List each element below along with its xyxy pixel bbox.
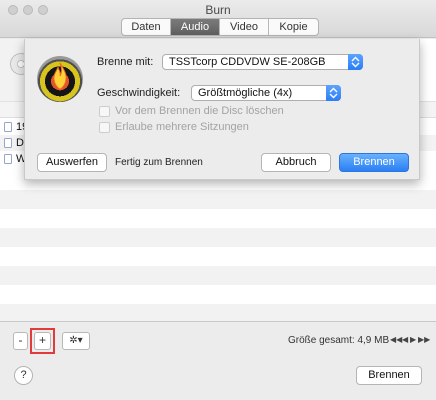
burn-sheet: Brenne mit: TSSTcorp CDDVDW SE-208GB Ges… xyxy=(24,39,420,180)
audio-file-icon xyxy=(4,154,12,164)
gear-menu-button[interactable]: ✲▾ xyxy=(62,332,90,350)
eject-button[interactable]: Auswerfen xyxy=(37,153,107,172)
tab-audio[interactable]: Audio xyxy=(171,19,220,35)
title-bar: Burn Daten Audio Video Kopie xyxy=(0,0,436,38)
tab-daten[interactable]: Daten xyxy=(122,19,171,35)
speed-popup[interactable]: Größtmögliche (4x) xyxy=(191,85,341,101)
bottom-toolbar: - + ✲▾ Größe gesamt: 4,9 MB ◀◀ ◀ ▶ ▶▶ ? … xyxy=(0,321,436,400)
rewind-icon[interactable]: ◀◀ xyxy=(390,335,402,344)
updown-arrows-icon xyxy=(348,54,363,70)
previous-icon[interactable]: ◀ xyxy=(402,335,408,344)
audio-file-icon xyxy=(4,122,12,132)
window-title: Burn xyxy=(205,3,231,17)
tab-kopie[interactable]: Kopie xyxy=(269,19,318,35)
burn-window: Burn Daten Audio Video Kopie 19 Da W xyxy=(0,0,436,400)
burner-label: Brenne mit: xyxy=(97,56,154,68)
burner-value: TSSTcorp CDDVDW SE-208GB xyxy=(169,56,326,68)
help-button[interactable]: ? xyxy=(14,366,33,385)
erase-disc-checkbox-row[interactable]: Vor dem Brennen die Disc löschen xyxy=(99,105,284,117)
speed-value: Größtmögliche (4x) xyxy=(198,87,293,99)
tab-video[interactable]: Video xyxy=(220,19,269,35)
cancel-button[interactable]: Abbruch xyxy=(261,153,331,172)
flame-icon xyxy=(53,62,67,90)
multi-session-checkbox[interactable] xyxy=(99,121,110,133)
burner-popup[interactable]: TSSTcorp CDDVDW SE-208GB xyxy=(162,54,363,70)
speed-label: Geschwindigkeit: xyxy=(97,87,181,99)
audio-file-icon xyxy=(4,138,12,148)
empty-row xyxy=(0,266,436,285)
main-burn-button[interactable]: Brennen xyxy=(356,366,422,385)
empty-row xyxy=(0,304,436,321)
mode-tabs: Daten Audio Video Kopie xyxy=(121,18,319,36)
fast-forward-icon[interactable]: ▶▶ xyxy=(418,335,430,344)
remove-item-button[interactable]: - xyxy=(13,332,28,350)
updown-arrows-icon xyxy=(326,85,341,101)
multi-session-label: Erlaube mehrere Sitzungen xyxy=(115,121,249,133)
empty-row xyxy=(0,228,436,247)
burn-button[interactable]: Brennen xyxy=(339,153,409,172)
empty-row xyxy=(0,190,436,209)
total-size-text: Größe gesamt: 4,9 MB xyxy=(288,335,390,346)
status-text: Fertig zum Brennen xyxy=(115,157,203,168)
gear-icon: ✲▾ xyxy=(69,335,83,346)
erase-disc-label: Vor dem Brennen die Disc löschen xyxy=(115,105,284,117)
play-icon[interactable]: ▶ xyxy=(410,335,416,344)
erase-disc-checkbox[interactable] xyxy=(99,105,110,117)
multi-session-checkbox-row[interactable]: Erlaube mehrere Sitzungen xyxy=(99,121,249,133)
add-button-highlight xyxy=(30,328,55,354)
burn-app-icon xyxy=(37,56,83,102)
